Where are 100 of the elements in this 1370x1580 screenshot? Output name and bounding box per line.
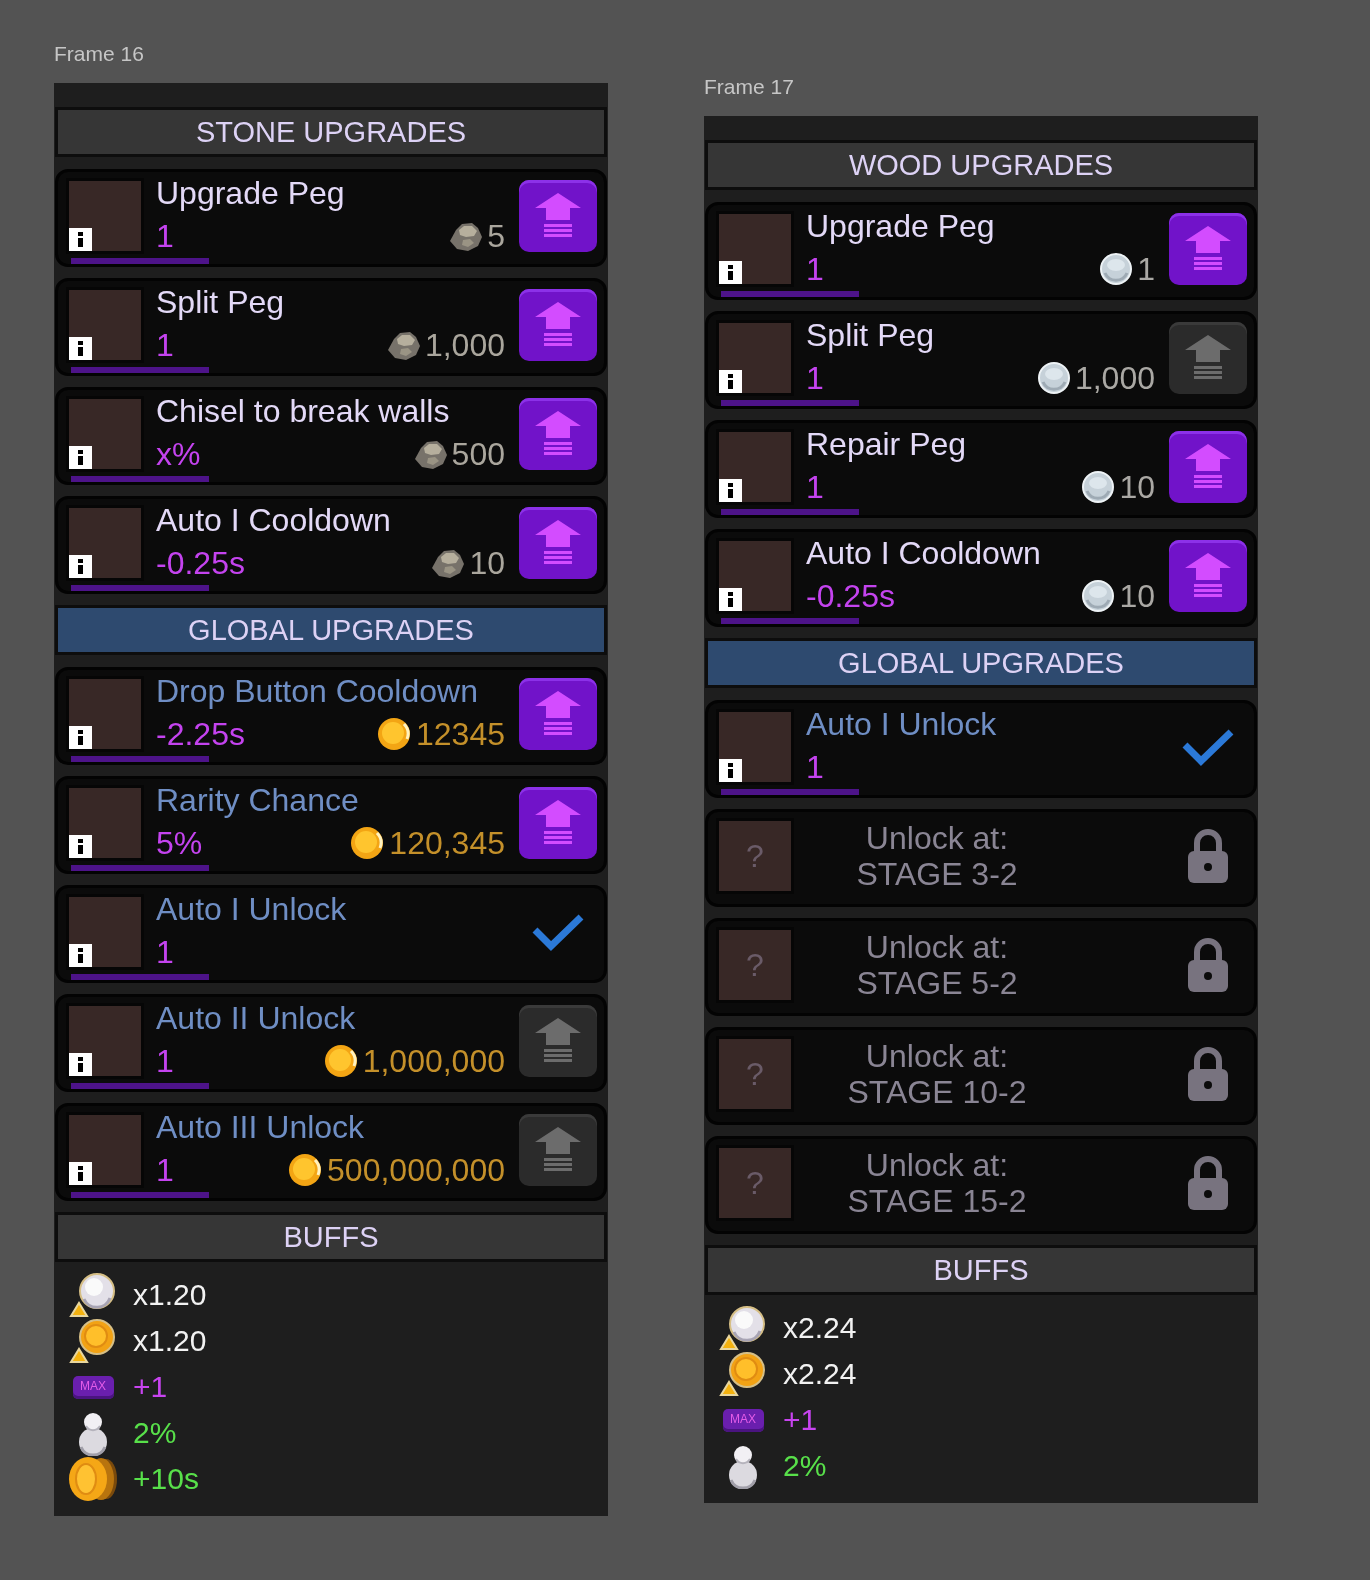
upgrade-button[interactable] [519,289,597,361]
arrow-up-icon [1185,444,1231,490]
upgrade-title: Upgrade Peg [156,175,345,211]
upgrade-button[interactable] [1169,213,1247,285]
cost-amount: 120,345 [389,825,505,861]
section-header: BUFFS [705,1245,1257,1295]
upgrade-title: Auto I Cooldown [806,535,1041,571]
unlock-stage: STAGE 15-2 [847,1183,1027,1219]
ball-icon [1037,362,1070,394]
info-icon [719,261,742,284]
info-icon [69,228,92,251]
arrow-up-icon [1185,335,1231,381]
upgrade-value: 5% [156,825,203,861]
buff-value: +1 [133,1370,168,1404]
ball-icon [1100,253,1133,285]
unlock-stage: STAGE 3-2 [856,856,1018,892]
info-icon [69,835,92,858]
frame-title: Frame 17 [704,76,794,98]
frame-title: Frame 16 [54,43,144,65]
info-icon [69,1053,92,1076]
info-icon [69,726,92,749]
coin-up-icon [718,1351,768,1397]
section-header: BUFFS [55,1212,607,1262]
section-header: WOOD UPGRADES [705,140,1257,190]
upgrade-title: Split Peg [156,284,285,320]
buff-value: +10s [133,1462,199,1496]
arrow-up-icon [535,1018,581,1064]
ball-up-icon [718,1305,768,1351]
cost-amount: 500,000,000 [327,1152,505,1188]
buff-value: x2.24 [783,1357,857,1391]
cost-amount: 1,000,000 [362,1043,505,1079]
upgrade-title: Rarity Chance [156,782,359,818]
upgrade-title: Auto I Cooldown [156,502,391,538]
upgrade-title: Split Peg [806,317,935,353]
max-badge: MAX [72,1375,114,1399]
upgrade-value: 1 [806,251,824,287]
info-icon [69,446,92,469]
cost-amount: 500 [451,436,505,472]
upgrade-button[interactable] [1169,431,1247,503]
arrow-up-icon [535,193,581,239]
unlock-label: Unlock at: [865,1147,1009,1183]
coin-up-icon [68,1318,118,1364]
cost-amount: 10 [1119,578,1155,614]
info-icon [719,370,742,393]
coin-icon [323,1044,358,1078]
rock-icon [387,330,420,360]
arrow-up-icon [1185,226,1231,272]
lock-icon [1188,1047,1228,1101]
section-header: STONE UPGRADES [55,107,607,157]
upgrade-button[interactable] [519,398,597,470]
info-icon [69,1162,92,1185]
rock-icon [450,221,483,251]
cost-amount: 1 [1137,251,1155,287]
unlock-label: Unlock at: [865,820,1009,856]
info-icon [69,555,92,578]
upgrade-value: 1 [806,469,824,505]
unlock-stage: STAGE 5-2 [856,965,1018,1001]
check-icon [1181,727,1235,767]
coin-stack-icon [68,1457,118,1501]
stacked-balls-icon [726,1443,760,1489]
upgrade-title: Auto I Unlock [806,706,997,742]
buff-value: 2% [783,1449,827,1483]
upgrade-title: Auto I Unlock [156,891,347,927]
cost-amount: 1,000 [424,327,505,363]
unlock-label: Unlock at: [865,1038,1009,1074]
question-mark: ? [746,948,764,982]
upgrade-value: 1 [806,360,824,396]
upgrade-button[interactable] [1169,540,1247,612]
cost-amount: 1,000 [1074,360,1155,396]
cost-amount: 12345 [416,716,505,752]
upgrade-title: Auto III Unlock [156,1109,365,1145]
upgrade-button[interactable] [519,787,597,859]
upgrade-value: -2.25s [156,716,245,752]
rock-icon [414,439,447,469]
arrow-up-icon [535,691,581,737]
cost-amount: 10 [1119,469,1155,505]
question-mark: ? [746,1057,764,1091]
info-icon [719,759,742,782]
stacked-balls-icon [76,1410,110,1456]
ball-icon [1082,580,1115,612]
buff-value: +1 [783,1403,818,1437]
upgrade-button[interactable] [519,507,597,579]
info-icon [719,479,742,502]
upgrade-title: Auto II Unlock [156,1000,356,1036]
upgrade-value: 1 [156,934,174,970]
upgrade-value: -0.25s [806,578,895,614]
arrow-up-icon [1185,553,1231,599]
ball-icon [1082,471,1115,503]
upgrade-value: 1 [156,218,174,254]
lock-icon [1188,829,1228,883]
upgrade-title: Upgrade Peg [806,208,995,244]
buff-value: x1.20 [133,1278,207,1312]
upgrade-button[interactable] [519,678,597,750]
upgrade-value: 1 [806,749,824,785]
coin-icon [288,1153,323,1187]
lock-icon [1188,1156,1228,1210]
section-header: GLOBAL UPGRADES [705,638,1257,688]
upgrade-button[interactable] [519,180,597,252]
arrow-up-icon [535,302,581,348]
buff-value: 2% [133,1416,177,1450]
